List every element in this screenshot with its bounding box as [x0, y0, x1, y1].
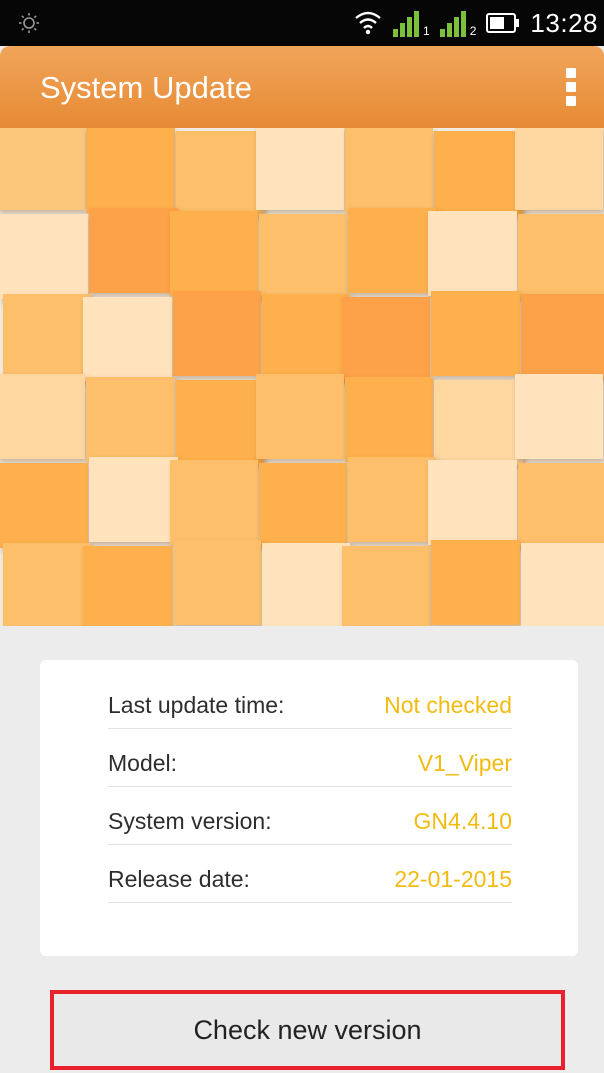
- header-banner-image: [0, 128, 604, 626]
- info-row-system-version: System version: GN4.4.10: [108, 786, 512, 845]
- banner-tile: [348, 457, 437, 542]
- banner-tile: [255, 128, 345, 210]
- info-value: Not checked: [384, 692, 512, 718]
- status-time: 13:28: [530, 7, 598, 38]
- banner-tile: [0, 463, 89, 548]
- banner-tile: [0, 128, 86, 210]
- device-info-card: Last update time: Not checked Model: V1_…: [40, 660, 578, 956]
- banner-tile: [86, 128, 175, 213]
- banner-tile: [175, 380, 264, 465]
- banner-tile: [345, 377, 434, 462]
- banner-tile: [520, 543, 604, 626]
- app-bar: System Update: [0, 46, 604, 128]
- info-value: V1_Viper: [417, 750, 512, 776]
- info-label: Model:: [108, 750, 178, 776]
- info-row-release-date: Release date: 22-01-2015: [108, 844, 512, 903]
- banner-tile: [83, 297, 172, 382]
- banner-tile: [348, 208, 437, 293]
- info-label: Last update time:: [108, 692, 285, 718]
- banner-tile: [431, 540, 520, 625]
- banner-tile: [431, 291, 520, 376]
- banner-tile: [255, 374, 345, 459]
- banner-tile: [261, 543, 351, 626]
- signal-sim2-icon: 2: [439, 9, 477, 38]
- banner-tile: [3, 294, 92, 379]
- banner-tile: [0, 374, 86, 459]
- check-new-version-button[interactable]: Check new version: [50, 990, 565, 1070]
- banner-tile: [342, 297, 431, 382]
- status-icons: 1 2 13:28: [353, 0, 598, 46]
- banner-tile: [517, 214, 604, 299]
- banner-tile: [175, 131, 264, 216]
- info-label: Release date:: [108, 866, 250, 892]
- banner-tile: [342, 546, 431, 626]
- info-value: 22-01-2015: [394, 866, 512, 892]
- banner-tile: [3, 543, 92, 626]
- banner-tile: [172, 291, 261, 376]
- battery-icon: [486, 13, 520, 33]
- banner-tile: [258, 214, 348, 299]
- banner-tile: [86, 377, 175, 462]
- banner-tile: [434, 380, 523, 465]
- banner-tile: [514, 128, 603, 210]
- info-row-last-update: Last update time: Not checked: [108, 670, 512, 729]
- banner-tile: [0, 214, 89, 299]
- banner-tile: [345, 128, 434, 213]
- brightness-icon: [19, 13, 39, 33]
- signal-sim1-icon: 1: [393, 9, 430, 37]
- banner-tile: [258, 463, 348, 548]
- banner-tile: [83, 546, 172, 626]
- banner-tile: [169, 211, 258, 296]
- info-value: GN4.4.10: [413, 808, 512, 834]
- status-bar: 1 2 13:28: [0, 0, 604, 46]
- banner-tile: [172, 540, 261, 625]
- info-row-model: Model: V1_Viper: [108, 728, 512, 787]
- banner-tile: [89, 208, 178, 293]
- page-title: System Update: [40, 70, 252, 105]
- banner-tile: [169, 460, 258, 545]
- banner-tile: [434, 131, 523, 216]
- banner-tile: [428, 211, 517, 296]
- sim1-label: 1: [423, 24, 430, 38]
- banner-tile: [89, 457, 178, 542]
- sim2-label: 2: [469, 24, 477, 38]
- overflow-menu-icon[interactable]: [564, 68, 578, 108]
- wifi-icon: [355, 11, 381, 35]
- banner-tile: [517, 463, 604, 548]
- banner-tile: [428, 460, 517, 545]
- banner-tile: [261, 294, 351, 379]
- banner-tile: [520, 294, 604, 379]
- banner-tile: [514, 374, 603, 459]
- info-label: System version:: [108, 808, 272, 834]
